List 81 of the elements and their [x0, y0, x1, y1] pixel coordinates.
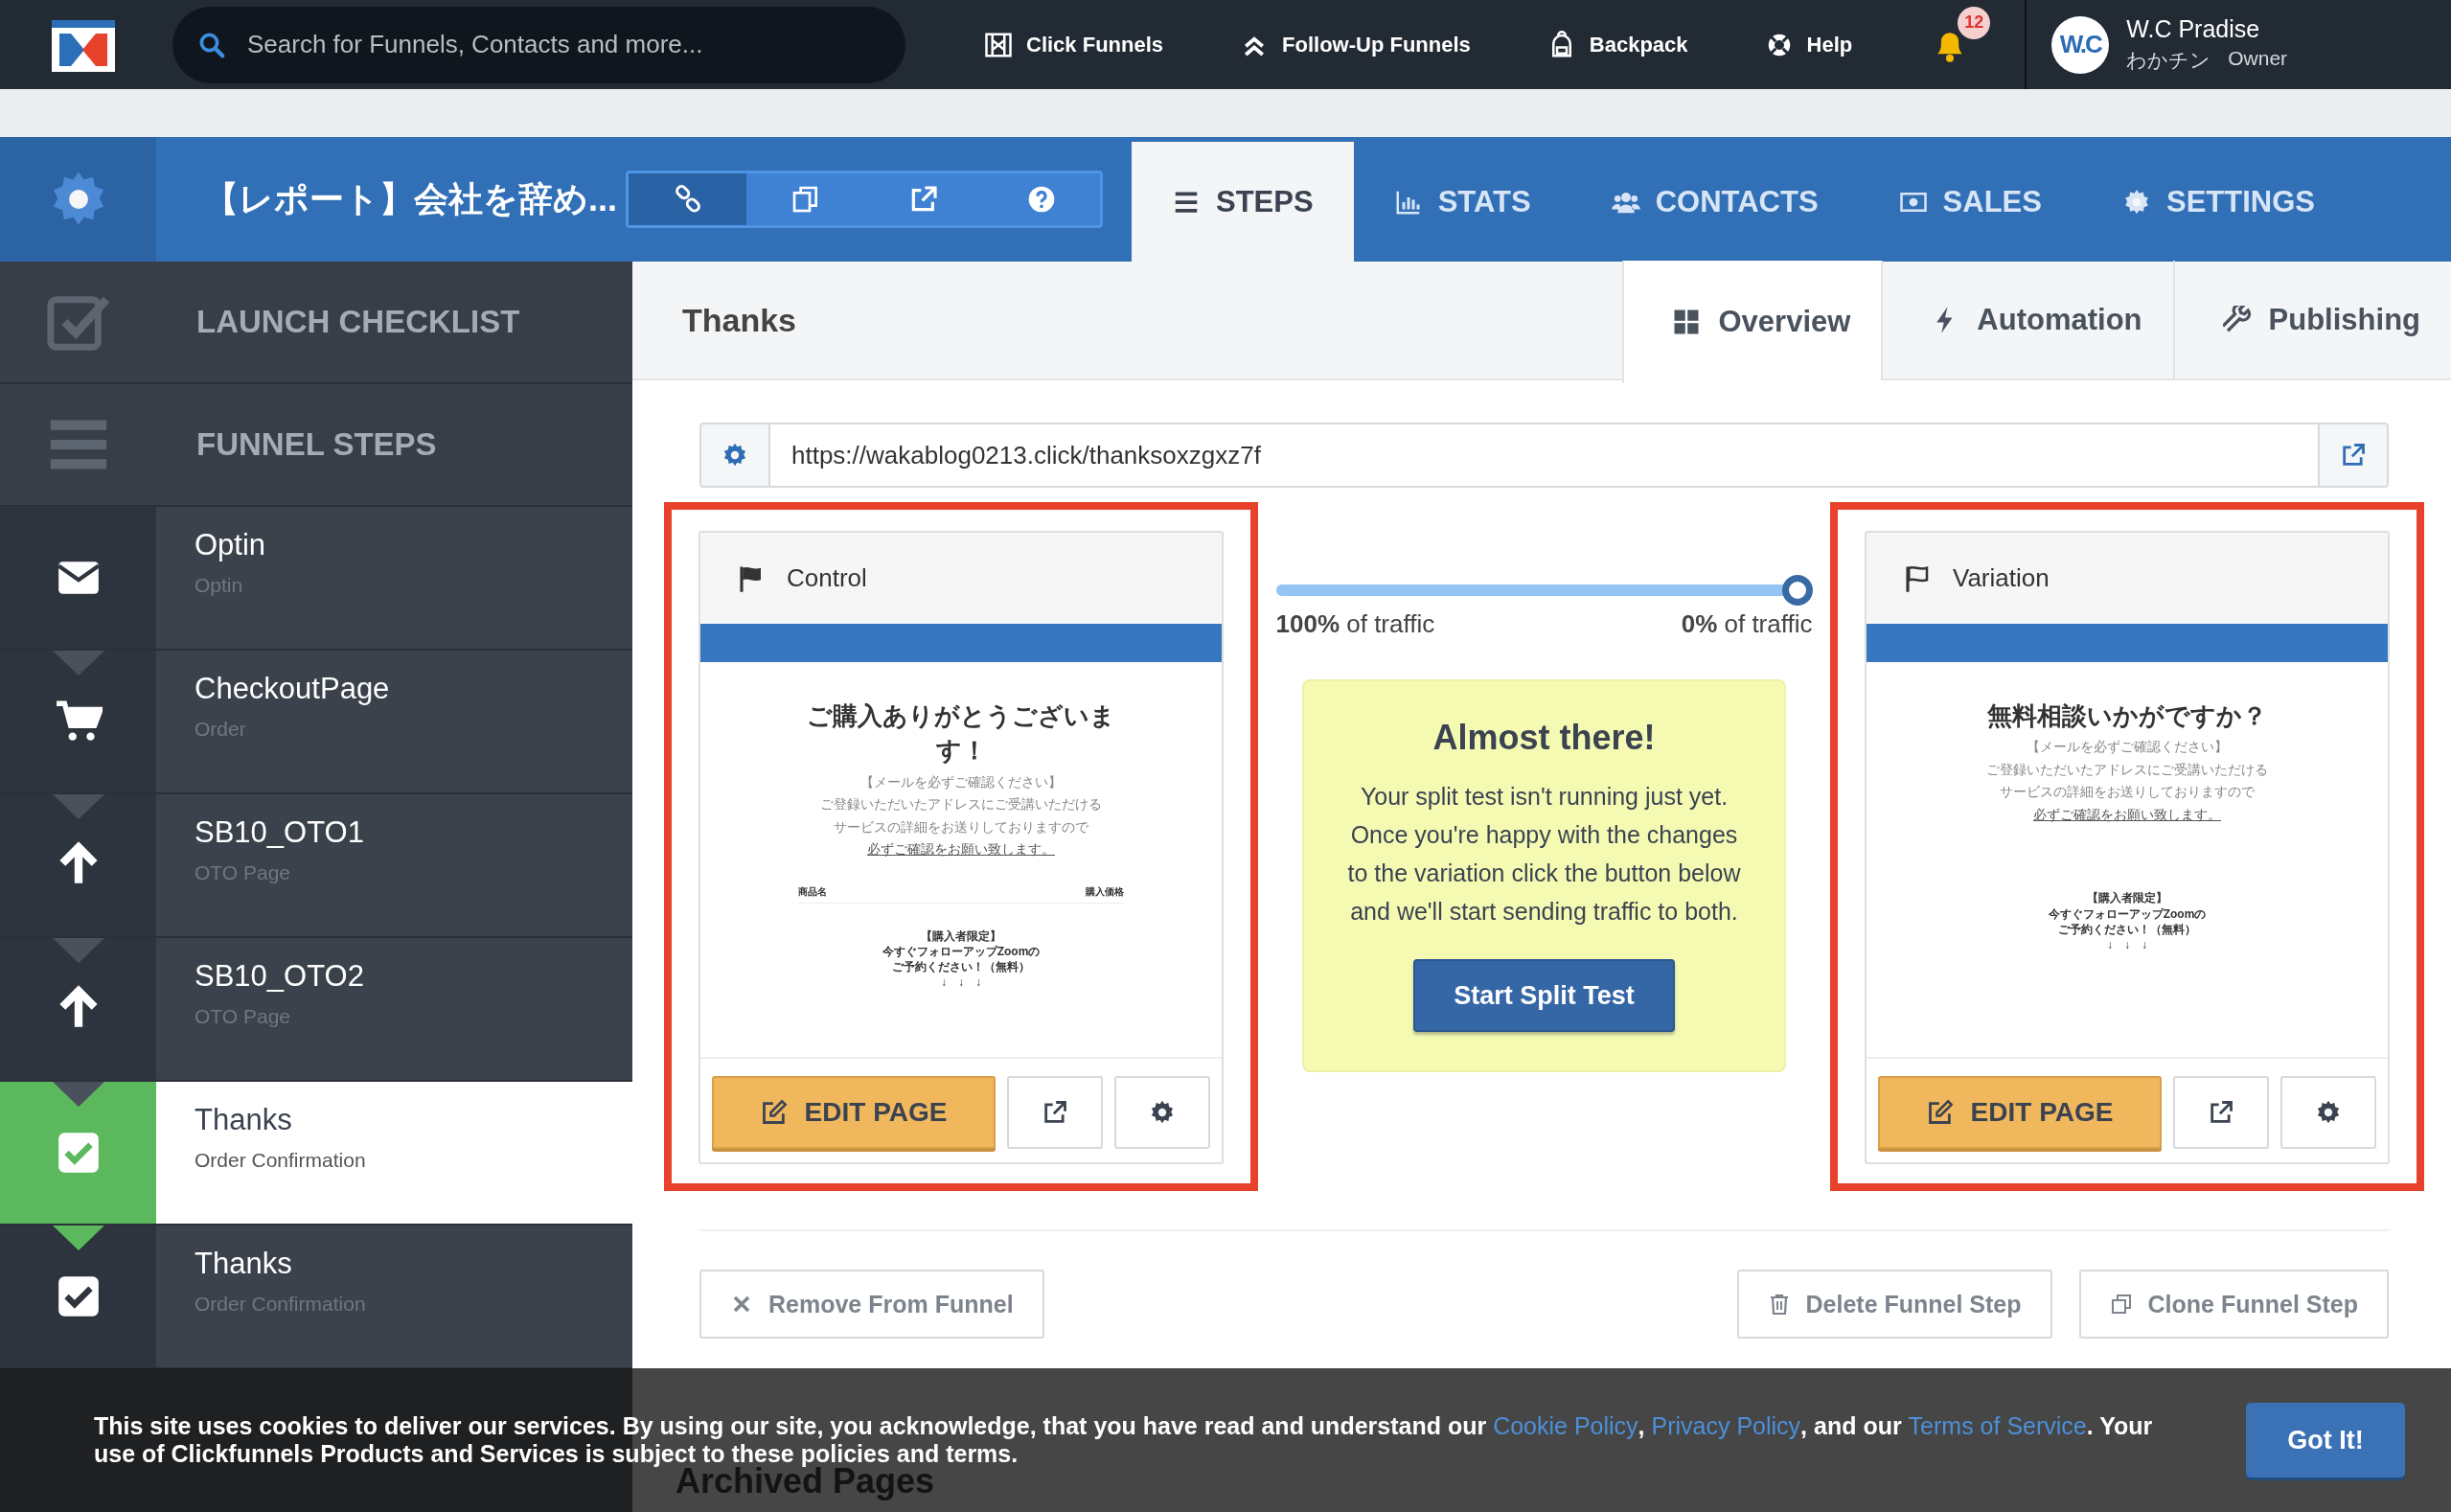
tab[interactable]: Publishing [2172, 261, 2451, 379]
user-role: Owner [2228, 47, 2288, 71]
tab[interactable]: SALES [1858, 142, 2082, 262]
settings-icon [1149, 1099, 1176, 1126]
funnel-title: 【レポート】会社を辞め... [204, 177, 618, 220]
tab[interactable]: CONTACTS [1570, 142, 1859, 262]
step-connector-icon [53, 651, 104, 676]
traffic-label: 100% of traffic [1275, 609, 1435, 639]
page-title: Thanks [682, 301, 798, 339]
tab[interactable]: STATS [1353, 142, 1571, 262]
action-button[interactable]: Clone Funnel Step [2078, 1270, 2389, 1339]
grid-icon [1672, 308, 1702, 336]
got-it-button[interactable]: Got It! [2246, 1403, 2405, 1478]
step-connector-icon [53, 1226, 104, 1250]
wrench-icon [2222, 306, 2252, 334]
nav-link[interactable]: Help [1764, 30, 1853, 59]
sidebar-heading: LAUNCH CHECKLIST [196, 304, 520, 340]
start-split-test-button[interactable]: Start Split Test [1413, 959, 1675, 1032]
preview-text: サービスの詳細をお送りしておりますので [834, 818, 1088, 836]
settings-icon [722, 442, 748, 469]
edit-page-button[interactable]: EDIT PAGE [712, 1076, 996, 1149]
notice-text: Your split test isn't running just yet. Once you're happy with the changes to the variation click the button below and we'll start sending traffic to both. [1346, 782, 1742, 927]
action-button[interactable]: Delete Funnel Step [1736, 1270, 2052, 1339]
preview-text: ↓ ↓ ↓ [2106, 936, 2148, 953]
copy-icon [2109, 1293, 2133, 1316]
action-button[interactable]: Remove From Funnel [699, 1270, 1044, 1339]
preview-text: ↓ ↓ ↓ [940, 974, 982, 991]
preview-text: ご登録いただいたアドレスにご受講いただける [820, 796, 1102, 813]
external-link-icon [2208, 1099, 2234, 1126]
notice-title: Almost there! [1432, 718, 1657, 758]
settings-button[interactable] [699, 423, 770, 488]
preview-text: 【購入者限定】 [920, 928, 1002, 944]
nav-link[interactable]: Follow-Up Funnels [1240, 30, 1471, 59]
settings-button[interactable] [1114, 1076, 1210, 1149]
avatar[interactable]: W.C [2051, 15, 2110, 74]
external-link-icon [2340, 442, 2367, 469]
preview-column-header: 商品名 [798, 884, 827, 899]
preview-column-header: 購入価格 [1086, 884, 1124, 899]
edit-icon [760, 1099, 788, 1126]
preview-text: 【購入者限定】 [2086, 890, 2168, 906]
edit-icon [1926, 1099, 1954, 1126]
settings-button[interactable] [2280, 1076, 2376, 1149]
user-name: W.C Pradise [2126, 15, 2261, 43]
tab[interactable]: STEPS [1132, 142, 1354, 262]
settings-icon [2315, 1099, 2342, 1126]
slider-handle[interactable] [1781, 575, 1813, 606]
external-link-icon [1042, 1099, 1068, 1126]
traffic-slider[interactable] [1275, 575, 1813, 607]
notification-count: 12 [1958, 6, 1991, 39]
variant-label: Variation [1953, 563, 2050, 593]
url-field[interactable]: https://wakablog0213.click/thanksoxzgxz7f [770, 423, 2318, 488]
tab[interactable]: SETTINGS [2081, 142, 2355, 262]
step-connector-icon [53, 794, 104, 819]
preview-text: サービスの詳細をお送りしておりますので [2000, 784, 2255, 801]
preview-text: 【メールを必ずご確認ください】 [860, 773, 1062, 791]
preview-text: 【メールを必ずご確認ください】 [2027, 739, 2228, 756]
preview-text: 必ずご確認をお願い致します。 [867, 841, 1055, 859]
edit-page-button[interactable]: EDIT PAGE [1878, 1076, 2162, 1149]
user-subtitle: わかチン [2126, 48, 2211, 73]
preview-text: ご予約ください！（無料） [891, 959, 1031, 975]
sidebar-heading: FUNNEL STEPS [196, 426, 437, 463]
preview-text: ご登録いただいたアドレスにご受講いただける [1986, 761, 2268, 779]
toolbar-button[interactable] [629, 173, 746, 225]
preview-text: ご予約ください！（無料） [2057, 921, 2197, 937]
preview-heading: 無料相談いかがですか？ [1986, 700, 2268, 732]
open-link-button[interactable] [2318, 423, 2389, 488]
preview-text: 必ずご確認をお願い致します。 [2033, 806, 2221, 824]
nav-link[interactable]: Backpack [1546, 30, 1688, 59]
preview-text: 今すぐフォローアップZoomの [2048, 905, 2207, 922]
traffic-label: 0% of traffic [1681, 609, 1813, 639]
open-link-button[interactable] [1007, 1076, 1103, 1149]
step-connector-icon [53, 1082, 104, 1107]
nav-link[interactable]: Click Funnels [984, 30, 1164, 59]
tab[interactable]: Overview [1622, 261, 1882, 383]
search-field[interactable]: Search for Funnels, Contacts and more... [172, 6, 905, 83]
preview-heading: ご購入ありがとうございます！ [806, 700, 1116, 767]
tab[interactable]: Automation [1881, 261, 2173, 379]
preview-text: 今すぐフォローアップZoomの [882, 943, 1041, 960]
open-link-button[interactable] [2173, 1076, 2269, 1149]
step-connector-icon [53, 938, 104, 963]
variant-label: Control [787, 563, 867, 593]
